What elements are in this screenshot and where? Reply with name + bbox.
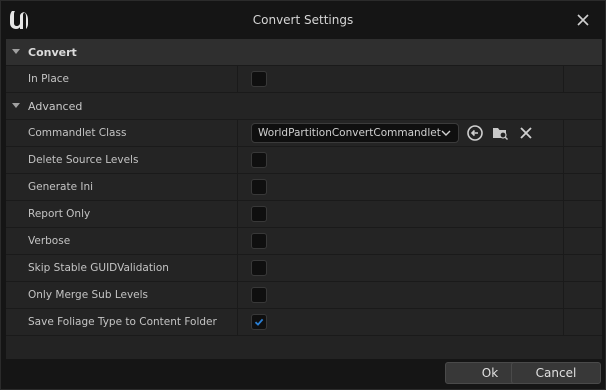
property-row-in-place: In Place [6,66,602,93]
property-label: Commandlet Class [28,127,127,139]
column-divider [237,174,238,200]
column-divider [563,282,564,308]
report-only-checkbox[interactable] [251,206,267,222]
close-icon[interactable] [575,12,591,28]
column-divider [563,174,564,200]
category-convert[interactable]: Convert [6,39,602,66]
property-row-skip-stable-guid-validation: Skip Stable GUIDValidation [6,255,602,282]
property-label: Save Foliage Type to Content Folder [28,316,217,328]
chevron-down-icon[interactable] [12,48,20,56]
skip-stable-guid-validation-checkbox[interactable] [251,260,267,276]
chevron-down-icon [441,130,451,136]
column-divider [563,66,564,92]
property-label: Generate Ini [28,181,94,193]
verbose-checkbox[interactable] [251,233,267,249]
property-row-report-only: Report Only [6,201,602,228]
folder-search-icon[interactable] [491,124,509,142]
column-divider [563,255,564,281]
column-divider [563,228,564,254]
column-divider [237,255,238,281]
clear-icon[interactable] [517,124,535,142]
property-row-delete-source-levels: Delete Source Levels [6,147,602,174]
column-divider [237,147,238,173]
column-divider [563,120,564,146]
column-divider [237,228,238,254]
title-bar: Convert Settings [1,1,605,39]
chevron-down-icon[interactable] [12,102,20,110]
checkmark-icon [254,318,264,326]
property-label: Delete Source Levels [28,154,139,166]
column-divider [237,282,238,308]
property-label: In Place [28,73,70,85]
details-footer [6,336,602,359]
generate-ini-checkbox[interactable] [251,179,267,195]
column-divider [237,66,238,92]
property-row-save-foliage-type: Save Foliage Type to Content Folder [6,309,602,336]
window-title: Convert Settings [252,13,354,27]
property-row-verbose: Verbose [6,228,602,255]
convert-settings-dialog: Convert Settings Convert In Place Advanc… [0,0,606,390]
property-label: Only Merge Sub Levels [28,289,149,301]
delete-source-levels-checkbox[interactable] [251,152,267,168]
only-merge-sub-levels-checkbox[interactable] [251,287,267,303]
property-label: Report Only [28,208,91,220]
property-label: Verbose [28,235,71,247]
details-panel: Convert In Place Advanced Commandlet Cla… [6,39,602,359]
property-row-generate-ini: Generate Ini [6,174,602,201]
commandlet-class-value: WorldPartitionConvertCommandlet [258,127,441,139]
column-divider [563,147,564,173]
column-divider [237,120,238,146]
column-divider [563,309,564,335]
browse-to-asset-icon[interactable] [466,124,484,142]
category-convert-label: Convert [28,45,77,59]
property-row-only-merge-sub-levels: Only Merge Sub Levels [6,282,602,309]
cancel-button[interactable]: Cancel [511,362,601,384]
category-advanced-label: Advanced [28,99,83,113]
commandlet-class-combo[interactable]: WorldPartitionConvertCommandlet [251,123,459,143]
property-label: Skip Stable GUIDValidation [28,262,169,274]
in-place-checkbox[interactable] [251,71,267,87]
category-advanced[interactable]: Advanced [6,93,602,120]
property-row-commandlet-class: Commandlet Class WorldPartitionConvertCo… [6,120,602,147]
column-divider [237,201,238,227]
column-divider [563,201,564,227]
column-divider [237,309,238,335]
save-foliage-type-checkbox[interactable] [251,314,267,330]
